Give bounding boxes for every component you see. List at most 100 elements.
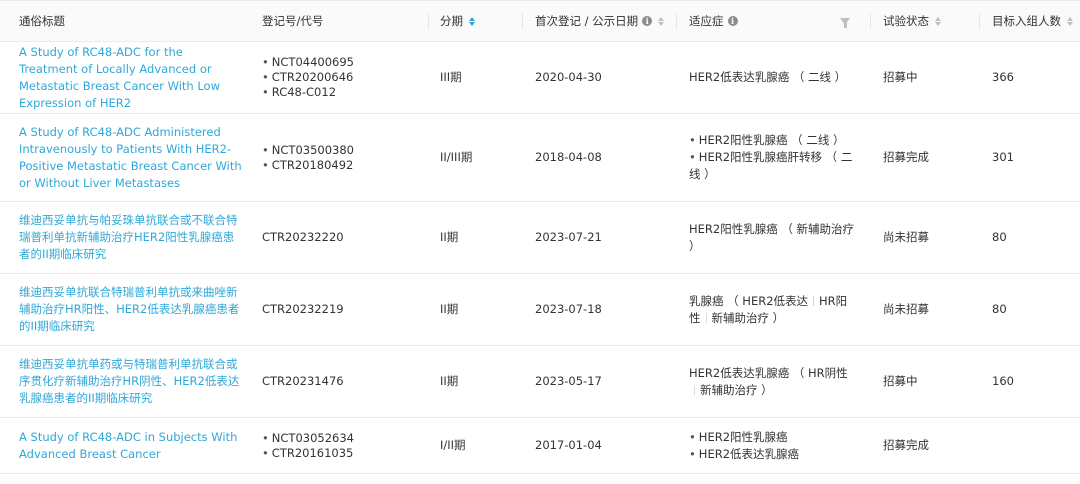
info-icon[interactable]: i <box>727 16 738 26</box>
cell-phase: II期 <box>428 274 522 345</box>
cell-date: 2017-01-04 <box>522 418 676 473</box>
phase-value: II期 <box>440 374 459 388</box>
registration-number: CTR20200646 <box>262 70 354 85</box>
sort-icon[interactable] <box>469 16 475 26</box>
info-icon[interactable]: i <box>642 16 653 26</box>
cell-date: 2023-07-21 <box>522 202 676 273</box>
table-row: 维迪西妥单抗联合特瑞普利单抗或来曲唑新辅助治疗HR阳性、HER2低表达乳腺癌患者… <box>0 274 1080 346</box>
indication-item: HER2低表达乳腺癌 <box>689 446 799 463</box>
target-value: 366 <box>992 70 1014 84</box>
phase-value: I/II期 <box>440 438 466 452</box>
cell-registration: CTR20231476 <box>250 346 428 417</box>
table-header: 通俗标题 登记号/代号 分期 首次登记 / 公示日期 i 适应症 i 试验状态 … <box>0 0 1080 42</box>
header-phase[interactable]: 分期 <box>428 1 522 41</box>
cell-registration: NCT03500380CTR20180492 <box>250 114 428 201</box>
cell-target: 160 <box>979 346 1080 417</box>
cell-registration: NCT03052634CTR20161035 <box>250 418 428 473</box>
registration-number: CTR20232220 <box>262 230 344 244</box>
cell-phase: II/III期 <box>428 114 522 201</box>
cell-date: 2020-04-30 <box>522 42 676 113</box>
target-value: 301 <box>992 150 1014 164</box>
indication-text: 乳腺癌 （ HER2低表达 HR阳性 新辅助治疗 ） <box>689 293 870 327</box>
separator <box>694 385 695 395</box>
trial-title-link[interactable]: A Study of RC48-ADC for the Treatment of… <box>19 44 250 112</box>
registration-number: CTR20231476 <box>262 374 344 388</box>
indication-item: HER2阳性乳腺癌 <box>689 429 799 446</box>
cell-status: 招募中 <box>870 346 979 417</box>
trials-table: 通俗标题 登记号/代号 分期 首次登记 / 公示日期 i 适应症 i 试验状态 … <box>0 0 1080 474</box>
indication-item: HER2阳性乳腺癌肝转移 （ 二线 ） <box>689 149 858 183</box>
header-target[interactable]: 目标入组人数 <box>979 1 1080 41</box>
status-value: 招募中 <box>883 70 918 84</box>
indication-part: HER2阳性乳腺癌 （ 新辅助治疗 ） <box>689 221 855 253</box>
registration-list: NCT03052634CTR20161035 <box>262 431 354 461</box>
indication-text: HER2低表达乳腺癌 （ HR阴性新辅助治疗 ） <box>689 365 870 399</box>
trial-title-link[interactable]: A Study of RC48-ADC in Subjects With Adv… <box>19 429 250 463</box>
registration-number: CTR20161035 <box>262 446 354 461</box>
registration-number: CTR20180492 <box>262 158 354 173</box>
registration-list: NCT03500380CTR20180492 <box>262 143 354 173</box>
trial-title-link[interactable]: A Study of RC48-ADC Administered Intrave… <box>19 124 250 192</box>
cell-phase: I/II期 <box>428 418 522 473</box>
registration-number: CTR20232219 <box>262 302 344 316</box>
header-date[interactable]: 首次登记 / 公示日期 i <box>522 1 676 41</box>
date-value: 2023-07-21 <box>535 230 602 244</box>
separator <box>705 313 707 323</box>
cell-title: A Study of RC48-ADC Administered Intrave… <box>0 114 250 201</box>
cell-target: 366 <box>979 42 1080 113</box>
table-row: A Study of RC48-ADC Administered Intrave… <box>0 114 1080 202</box>
cell-target <box>979 418 1080 473</box>
cell-target: 301 <box>979 114 1080 201</box>
registration-number: NCT03500380 <box>262 143 354 158</box>
indication-text: HER2阳性乳腺癌 （ 新辅助治疗 ） <box>689 221 870 255</box>
target-value: 160 <box>992 374 1014 388</box>
sort-icon[interactable] <box>935 16 941 26</box>
trial-title-link[interactable]: 维迪西妥单抗联合特瑞普利单抗或来曲唑新辅助治疗HR阳性、HER2低表达乳腺癌患者… <box>19 284 250 335</box>
indication-part: HER2低表达乳腺癌 （ HR阴性 <box>689 365 848 380</box>
registration-number: RC48-C012 <box>262 85 354 100</box>
indication-part: 新辅助治疗 ） <box>700 382 773 397</box>
cell-status: 招募完成 <box>870 418 979 473</box>
cell-registration: CTR20232219 <box>250 274 428 345</box>
cell-date: 2018-04-08 <box>522 114 676 201</box>
trial-title-link[interactable]: 维迪西妥单抗单药或与特瑞普利单抗联合或序贯化疗新辅助治疗HR阴性、HER2低表达… <box>19 356 250 407</box>
cell-indication: 乳腺癌 （ HER2低表达 HR阳性 新辅助治疗 ） <box>676 274 870 345</box>
cell-title: A Study of RC48-ADC for the Treatment of… <box>0 42 250 113</box>
cell-target: 80 <box>979 274 1080 345</box>
trial-title-link[interactable]: 维迪西妥单抗与帕妥珠单抗联合或不联合特瑞普利单抗新辅助治疗HER2阳性乳腺癌患者… <box>19 212 250 263</box>
cell-target: 80 <box>979 202 1080 273</box>
filter-icon[interactable] <box>840 17 850 28</box>
registration-number: NCT04400695 <box>262 55 354 70</box>
header-status[interactable]: 试验状态 <box>870 1 979 41</box>
status-value: 招募完成 <box>883 150 929 164</box>
indication-part: 新辅助治疗 ） <box>711 310 785 325</box>
phase-value: II期 <box>440 302 459 316</box>
status-value: 招募中 <box>883 374 918 388</box>
indication-list: HER2阳性乳腺癌HER2低表达乳腺癌 <box>689 429 811 463</box>
indication-list: HER2阳性乳腺癌 （ 二线 ）HER2阳性乳腺癌肝转移 （ 二线 ） <box>689 132 870 183</box>
cell-title: 维迪西妥单抗单药或与特瑞普利单抗联合或序贯化疗新辅助治疗HR阴性、HER2低表达… <box>0 346 250 417</box>
cell-indication: HER2低表达乳腺癌 （ 二线 ） <box>676 42 870 113</box>
cell-status: 招募中 <box>870 42 979 113</box>
cell-indication: HER2低表达乳腺癌 （ HR阴性新辅助治疗 ） <box>676 346 870 417</box>
sort-icon[interactable] <box>1067 16 1073 26</box>
indication-text: HER2低表达乳腺癌 （ 二线 ） <box>689 69 858 86</box>
status-value: 尚未招募 <box>883 302 929 316</box>
cell-registration: CTR20232220 <box>250 202 428 273</box>
table-row: 维迪西妥单抗单药或与特瑞普利单抗联合或序贯化疗新辅助治疗HR阴性、HER2低表达… <box>0 346 1080 418</box>
table-row: A Study of RC48-ADC for the Treatment of… <box>0 42 1080 114</box>
target-value: 80 <box>992 230 1007 244</box>
table-body: A Study of RC48-ADC for the Treatment of… <box>0 42 1080 474</box>
cell-indication: HER2阳性乳腺癌 （ 二线 ）HER2阳性乳腺癌肝转移 （ 二线 ） <box>676 114 870 201</box>
registration-number: NCT03052634 <box>262 431 354 446</box>
cell-date: 2023-07-18 <box>522 274 676 345</box>
phase-value: III期 <box>440 70 462 84</box>
cell-phase: II期 <box>428 346 522 417</box>
target-value: 80 <box>992 302 1007 316</box>
cell-status: 尚未招募 <box>870 202 979 273</box>
header-registration: 登记号/代号 <box>262 14 324 28</box>
separator <box>813 296 815 306</box>
date-value: 2023-05-17 <box>535 374 602 388</box>
sort-icon[interactable] <box>658 16 665 26</box>
cell-title: 维迪西妥单抗联合特瑞普利单抗或来曲唑新辅助治疗HR阳性、HER2低表达乳腺癌患者… <box>0 274 250 345</box>
